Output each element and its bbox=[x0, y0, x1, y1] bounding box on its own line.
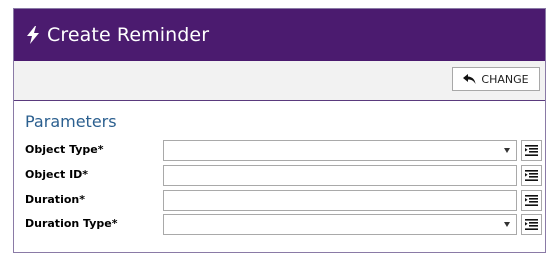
object-id-picker-button[interactable] bbox=[521, 165, 542, 186]
list-picker-icon bbox=[525, 170, 538, 181]
parameters-heading: Parameters bbox=[25, 112, 117, 131]
dialog-toolbar: CHANGE bbox=[14, 61, 545, 101]
duration-type-select[interactable] bbox=[163, 214, 517, 235]
dialog-title: Create Reminder bbox=[47, 24, 210, 46]
object-type-select[interactable] bbox=[163, 140, 517, 161]
list-picker-icon bbox=[525, 219, 538, 230]
duration-picker-button[interactable] bbox=[521, 190, 542, 211]
list-picker-icon bbox=[525, 145, 538, 156]
object-type-row: Object Type* bbox=[25, 140, 542, 161]
chevron-down-icon bbox=[504, 148, 510, 153]
duration-type-row: Duration Type* bbox=[25, 214, 542, 235]
chevron-down-icon bbox=[504, 222, 510, 227]
list-picker-icon bbox=[525, 195, 538, 206]
dialog-titlebar: Create Reminder bbox=[14, 9, 545, 61]
object-type-label: Object Type* bbox=[25, 143, 104, 156]
change-button[interactable]: CHANGE bbox=[452, 67, 540, 91]
object-type-picker-button[interactable] bbox=[521, 140, 542, 161]
duration-type-picker-button[interactable] bbox=[521, 214, 542, 235]
object-id-label: Object ID* bbox=[25, 168, 89, 181]
duration-input[interactable] bbox=[163, 190, 517, 211]
object-id-row: Object ID* bbox=[25, 165, 542, 186]
object-id-input[interactable] bbox=[163, 165, 517, 186]
change-button-label: CHANGE bbox=[481, 72, 529, 86]
undo-arrow-icon bbox=[463, 73, 476, 85]
create-reminder-dialog: Create Reminder CHANGE Parameters Object… bbox=[13, 8, 546, 253]
duration-label: Duration* bbox=[25, 193, 85, 206]
duration-type-label: Duration Type* bbox=[25, 217, 118, 230]
duration-row: Duration* bbox=[25, 190, 542, 211]
lightning-bolt-icon bbox=[25, 26, 41, 44]
